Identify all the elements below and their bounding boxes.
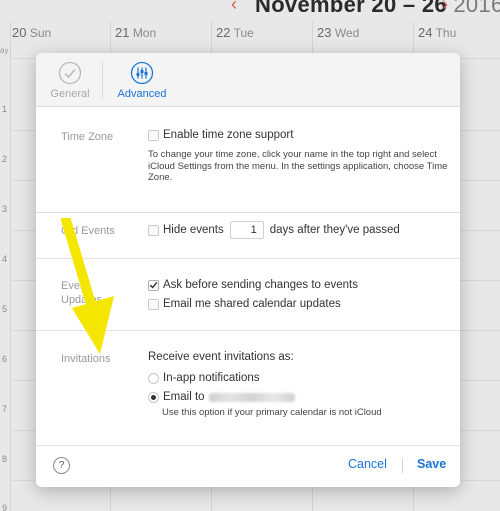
inapp-radio[interactable] <box>148 372 159 384</box>
day-header-thu: 24 Thu <box>418 25 457 40</box>
day-header-wed: 23 Wed <box>317 25 360 40</box>
email-option-label: Email to <box>163 391 205 403</box>
cancel-button[interactable]: Cancel <box>348 457 387 471</box>
sliders-icon <box>130 61 154 85</box>
annotation-arrow-icon <box>61 218 114 354</box>
calendar-header: ‹ November 20 – 26 2016 › <box>0 0 500 22</box>
hour-label: 7 <box>2 404 8 414</box>
hour-label: 2 <box>2 154 8 164</box>
calendar-title: November 20 – 26 2016 <box>255 0 500 18</box>
save-button[interactable]: Save <box>417 457 446 471</box>
dialog-footer: ? Cancel Save <box>36 445 460 487</box>
email-option-note: Use this option if your primary calendar… <box>162 407 382 418</box>
tab-advanced-label: Advanced <box>117 88 167 100</box>
tab-general-label: General <box>50 88 90 100</box>
inapp-option-label: In-app notifications <box>163 372 260 384</box>
time-zone-section: Time Zone Enable time zone support To ch… <box>36 107 460 213</box>
help-button[interactable]: ? <box>53 457 70 474</box>
day-header-sun: 20 Sun <box>12 25 52 40</box>
checkmark-circle-icon <box>58 61 82 85</box>
hour-label: 3 <box>2 204 8 214</box>
settings-toolbar: General Advanced <box>36 53 460 107</box>
ask-before-label: Ask before sending changes to events <box>163 279 358 291</box>
calendar-week-range: November 20 – 26 <box>255 0 447 17</box>
all-day-label: ay <box>0 46 9 55</box>
old-events-row: Hide events days after they've passed <box>148 221 400 239</box>
chevron-right-icon[interactable]: › <box>442 0 448 15</box>
time-zone-checkbox-label: Enable time zone support <box>163 129 294 141</box>
hour-label: 5 <box>2 304 8 314</box>
ask-before-checkbox[interactable] <box>148 279 159 291</box>
hide-days-input[interactable] <box>229 221 264 239</box>
redacted-email-address <box>208 392 295 402</box>
invitations-heading: Receive event invitations as: <box>148 351 294 363</box>
calendar-year: 2016 <box>453 0 500 17</box>
email-option-row: Email to <box>148 391 295 403</box>
day-header-tue: 22 Tue <box>216 25 254 40</box>
inapp-option-row: In-app notifications <box>148 372 260 384</box>
email-radio[interactable] <box>148 391 159 403</box>
time-zone-label: Time Zone <box>61 131 114 143</box>
hide-events-checkbox[interactable] <box>148 224 159 236</box>
day-header-mon: 21 Mon <box>115 25 157 40</box>
hour-label: 6 <box>2 354 8 364</box>
hide-events-label: Hide events <box>163 224 224 236</box>
days-suffix-label: days after they've passed <box>269 224 400 236</box>
time-zone-checkbox[interactable] <box>148 129 159 141</box>
ask-before-row: Ask before sending changes to events <box>148 279 358 291</box>
checkmark-icon <box>149 281 158 289</box>
time-zone-help-text: To change your time zone, click your nam… <box>148 149 448 183</box>
tab-advanced[interactable]: Advanced <box>114 61 170 100</box>
hour-label: 1 <box>2 104 8 114</box>
email-updates-checkbox[interactable] <box>148 298 159 310</box>
hour-label: 4 <box>2 254 8 264</box>
hour-label: 8 <box>2 454 8 464</box>
time-zone-row: Enable time zone support <box>148 129 293 141</box>
chevron-left-icon[interactable]: ‹ <box>231 0 237 15</box>
email-updates-row: Email me shared calendar updates <box>148 298 341 310</box>
email-updates-label: Email me shared calendar updates <box>163 298 341 310</box>
hour-label: 9 <box>2 503 8 511</box>
tab-general[interactable]: General <box>46 61 94 100</box>
